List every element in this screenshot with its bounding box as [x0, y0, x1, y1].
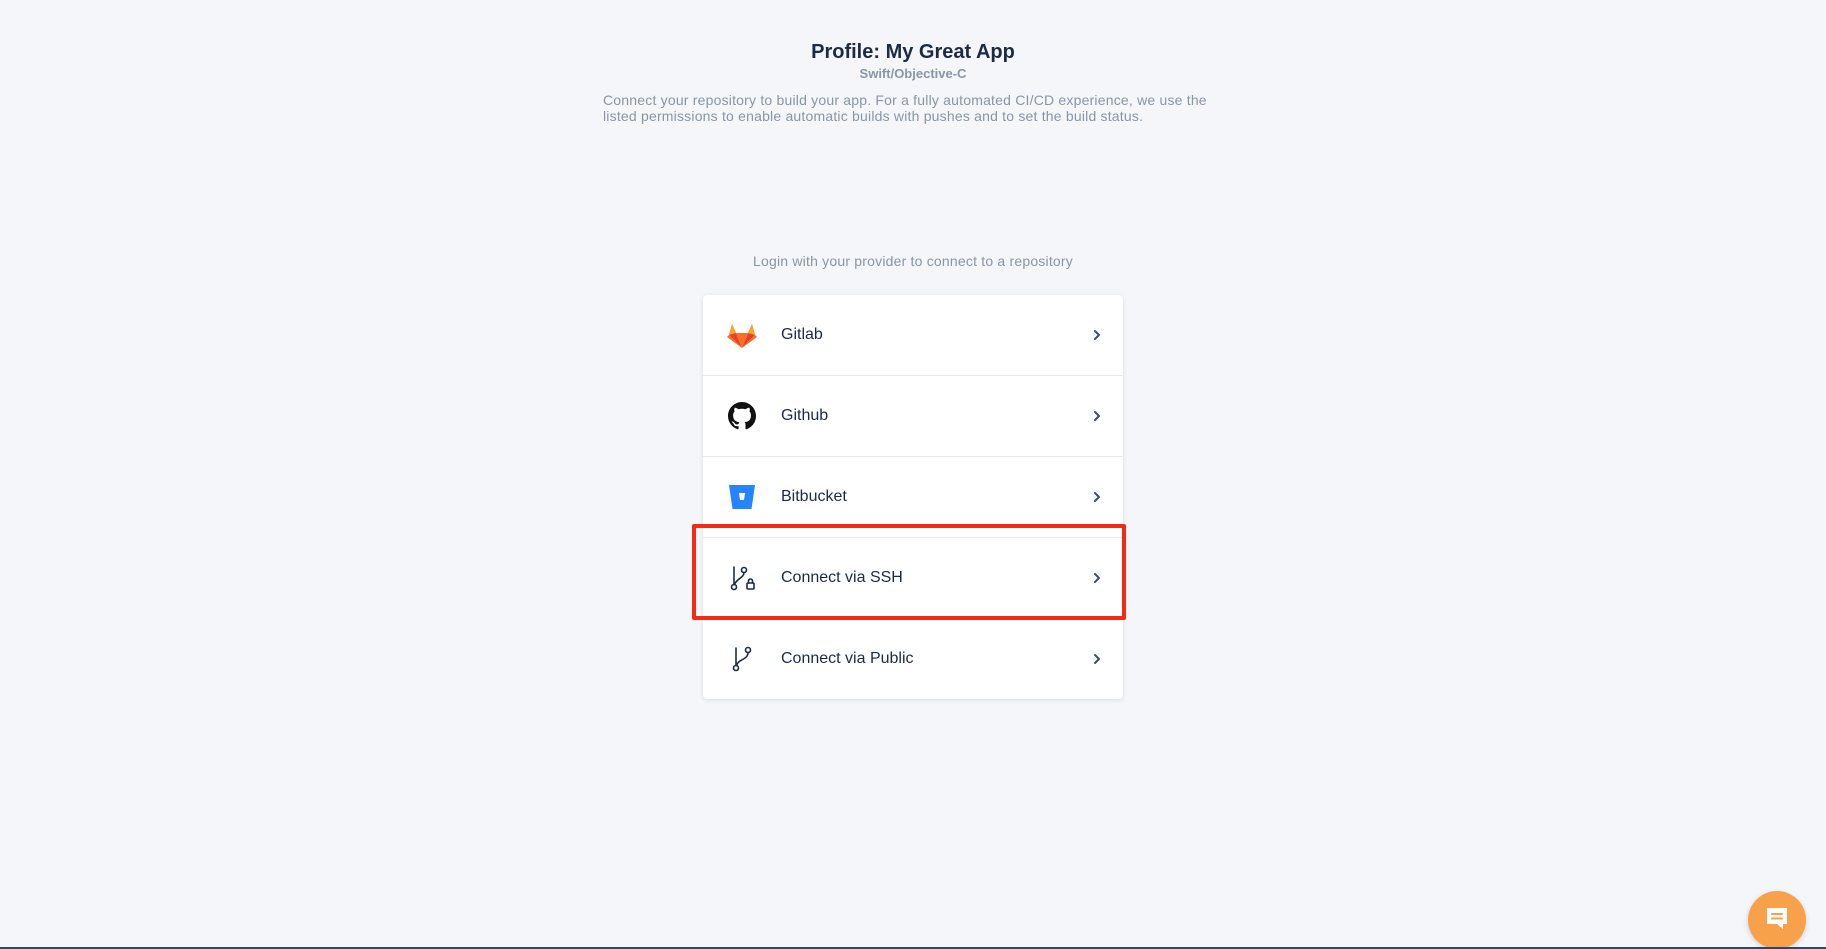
provider-github[interactable]: Github: [703, 376, 1123, 457]
page: Profile: My Great App Swift/Objective-C …: [0, 0, 1826, 949]
page-description: Connect your repository to build your ap…: [603, 92, 1207, 124]
page-subtitle: Swift/Objective-C: [859, 66, 967, 81]
header: Profile: My Great App Swift/Objective-C …: [0, 40, 1826, 124]
chevron-right-icon: [1091, 328, 1103, 342]
provider-label-bitbucket: Bitbucket: [781, 488, 847, 505]
provider-ssh[interactable]: Connect via SSH: [703, 538, 1123, 619]
page-title: Profile: My Great App: [811, 41, 1015, 63]
provider-gitlab[interactable]: Gitlab: [703, 295, 1123, 376]
git-branch-lock-icon: [727, 563, 757, 593]
provider-public[interactable]: Connect via Public: [703, 619, 1123, 699]
chevron-right-icon: [1091, 652, 1103, 666]
github-icon: [727, 401, 757, 431]
provider-bitbucket[interactable]: Bitbucket: [703, 457, 1123, 538]
chat-icon: [1763, 904, 1791, 937]
provider-label-public: Connect via Public: [781, 650, 914, 667]
git-branch-icon: [727, 644, 757, 674]
chevron-right-icon: [1091, 490, 1103, 504]
chevron-right-icon: [1091, 571, 1103, 585]
chevron-right-icon: [1091, 409, 1103, 423]
provider-label-gitlab: Gitlab: [781, 326, 823, 343]
provider-label-github: Github: [781, 407, 829, 424]
chat-button[interactable]: [1748, 891, 1806, 949]
login-hint: Login with your provider to connect to a…: [753, 253, 1073, 269]
provider-list: Gitlab Github Bitbucket Connect via SSH …: [703, 295, 1123, 699]
provider-label-ssh: Connect via SSH: [781, 569, 903, 586]
gitlab-icon: [727, 320, 757, 350]
bitbucket-icon: [727, 482, 757, 512]
